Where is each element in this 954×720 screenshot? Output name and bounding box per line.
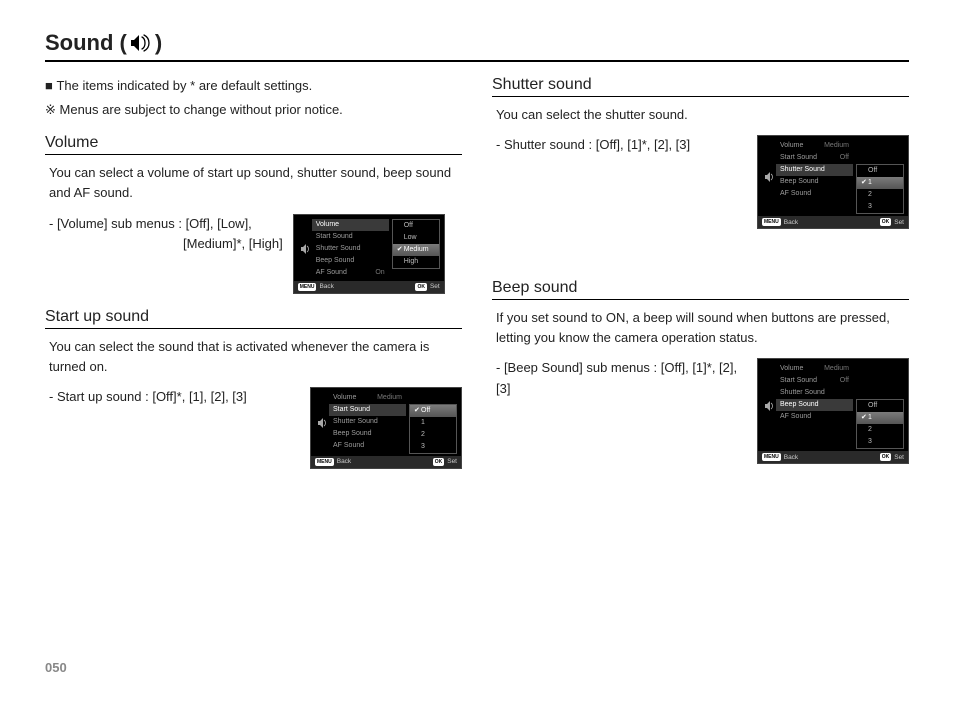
rule-startup	[45, 328, 462, 329]
opt-off: ✔Off	[410, 405, 456, 417]
speaker-icon	[762, 140, 776, 214]
ok-badge: OK	[433, 458, 445, 466]
row-beep: Beep Sound	[776, 399, 853, 411]
row-volume: VolumeMedium	[329, 392, 406, 404]
opt-2: 2	[410, 429, 456, 441]
beep-sub-text: - [Beep Sound] sub menus : [Off], [1]*, …	[496, 358, 747, 398]
menu-badge: MENU	[298, 283, 317, 291]
row-af: AF Sound	[776, 411, 853, 423]
startup-sub-row: - Start up sound : [Off]*, [1], [2], [3]…	[49, 387, 462, 469]
row-shutter: Shutter Sound	[312, 243, 389, 255]
ok-badge: OK	[415, 283, 427, 291]
ok-badge: OK	[880, 218, 892, 226]
ui-footer: MENU Back OK Set	[758, 451, 908, 463]
row-shutter: Shutter Sound	[776, 387, 853, 399]
text-beep: If you set sound to ON, a beep will soun…	[496, 308, 909, 348]
opt-low: Low	[393, 232, 439, 244]
title-prefix: Sound (	[45, 30, 127, 56]
ui-startup: VolumeMedium Start Sound Shutter Sound B…	[310, 387, 462, 469]
row-beep: Beep Sound	[329, 428, 406, 440]
ok-badge: OK	[880, 453, 892, 461]
rule-volume	[45, 154, 462, 155]
heading-startup: Start up sound	[45, 308, 462, 326]
right-column: Shutter sound You can select the shutter…	[492, 76, 909, 479]
opt-high: High	[393, 256, 439, 268]
text-volume: You can select a volume of start up soun…	[49, 163, 462, 203]
heading-beep: Beep sound	[492, 279, 909, 297]
row-start: Start SoundOff	[776, 152, 853, 164]
row-beep: Beep Sound	[312, 255, 389, 267]
title-suffix: )	[155, 30, 162, 56]
row-af: AF Sound	[776, 188, 853, 200]
ui-shutter: VolumeMedium Start SoundOff Shutter Soun…	[757, 135, 909, 229]
row-start: Start Sound	[312, 231, 389, 243]
heading-volume: Volume	[45, 134, 462, 152]
ui-footer: MENU Back OK Set	[294, 281, 444, 293]
row-af: AF Sound	[329, 440, 406, 452]
row-volume: VolumeMedium	[776, 363, 853, 375]
left-column: ■ The items indicated by * are default s…	[45, 76, 462, 479]
menu-badge: MENU	[315, 458, 334, 466]
row-shutter: Shutter Sound	[776, 164, 853, 176]
opt-3: 3	[410, 441, 456, 453]
opt-2: 2	[857, 424, 903, 436]
page-title: Sound ( )	[45, 30, 909, 56]
opt-off: Off	[857, 400, 903, 412]
volume-sub-row: - [Volume] sub menus : [Off], [Low], [Me…	[49, 214, 462, 294]
ui-footer: MENU Back OK Set	[311, 456, 461, 468]
shutter-sub-text: - Shutter sound : [Off], [1]*, [2], [3]	[496, 135, 690, 155]
title-rule	[45, 60, 909, 62]
text-shutter: You can select the shutter sound.	[496, 105, 909, 125]
text-startup: You can select the sound that is activat…	[49, 337, 462, 377]
row-af: AF SoundOn	[312, 267, 389, 279]
rule-shutter	[492, 96, 909, 97]
opt-1: ✔1	[857, 177, 903, 189]
startup-sub-text: - Start up sound : [Off]*, [1], [2], [3]	[49, 387, 247, 407]
speaker-icon	[762, 363, 776, 449]
row-start: Start SoundOff	[776, 375, 853, 387]
heading-shutter: Shutter sound	[492, 76, 909, 94]
note-default: ■ The items indicated by * are default s…	[45, 76, 462, 96]
ui-footer: MENU Back OK Set	[758, 216, 908, 228]
page-number: 050	[45, 660, 67, 675]
row-volume: VolumeMedium	[776, 140, 853, 152]
menu-badge: MENU	[762, 453, 781, 461]
opt-2: 2	[857, 189, 903, 201]
opt-off: Off	[393, 220, 439, 232]
row-start: Start Sound	[329, 404, 406, 416]
opt-1: ✔1	[857, 412, 903, 424]
row-beep: Beep Sound	[776, 176, 853, 188]
opt-3: 3	[857, 201, 903, 213]
opt-medium: ✔Medium	[393, 244, 439, 256]
row-volume: Volume	[312, 219, 389, 231]
speaker-icon	[315, 392, 329, 454]
note-change: ※ Menus are subject to change without pr…	[45, 100, 462, 120]
opt-1: 1	[410, 417, 456, 429]
volume-sub-text: - [Volume] sub menus : [Off], [Low], [Me…	[49, 214, 283, 254]
ui-beep: VolumeMedium Start SoundOff Shutter Soun…	[757, 358, 909, 464]
sound-icon	[130, 34, 152, 52]
rule-beep	[492, 299, 909, 300]
opt-off: Off	[857, 165, 903, 177]
speaker-icon	[298, 219, 312, 279]
menu-badge: MENU	[762, 218, 781, 226]
shutter-sub-row: - Shutter sound : [Off], [1]*, [2], [3] …	[496, 135, 909, 229]
opt-3: 3	[857, 436, 903, 448]
ui-volume: Volume Start Sound Shutter Sound Beep So…	[293, 214, 445, 294]
row-shutter: Shutter Sound	[329, 416, 406, 428]
beep-sub-row: - [Beep Sound] sub menus : [Off], [1]*, …	[496, 358, 909, 464]
